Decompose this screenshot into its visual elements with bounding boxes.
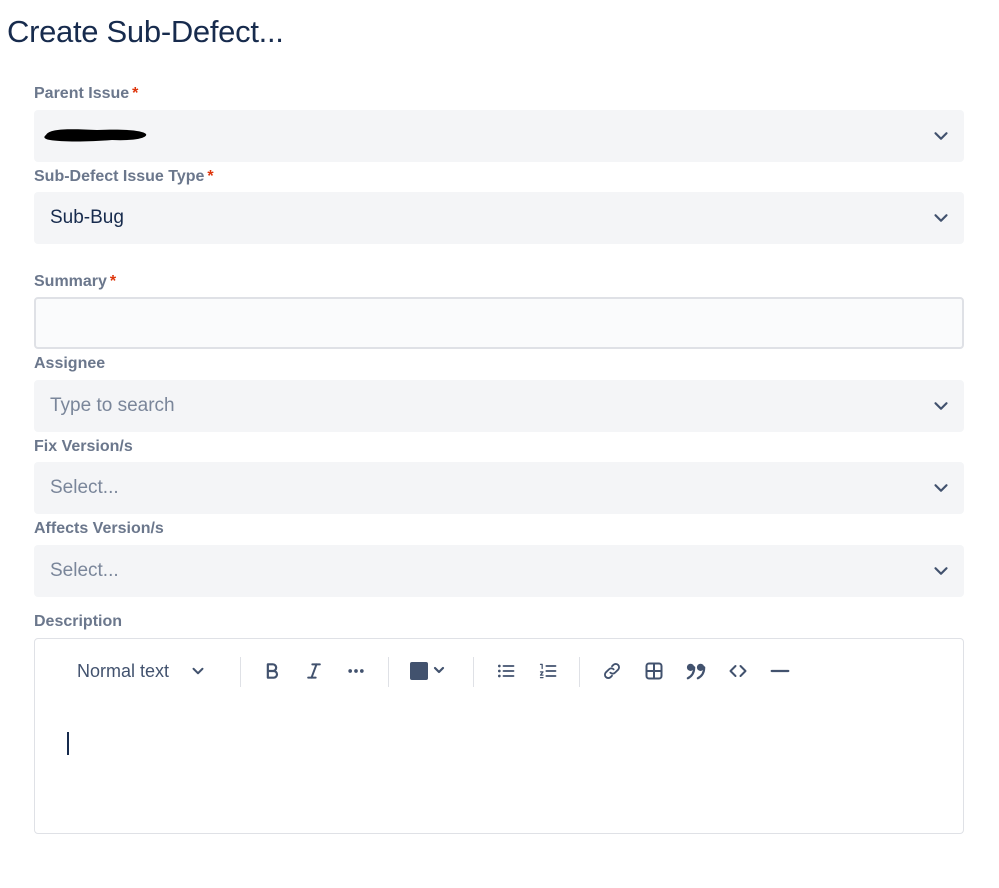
chevron-down-icon xyxy=(192,667,204,675)
summary-label: Summary * xyxy=(34,273,116,291)
required-marker: * xyxy=(109,273,117,290)
divider-icon xyxy=(770,669,790,673)
required-marker: * xyxy=(207,168,214,185)
link-icon xyxy=(604,663,620,679)
description-label: Description xyxy=(34,613,123,630)
required-marker: * xyxy=(132,85,139,102)
issue-type-label: Sub-Defect Issue Type * xyxy=(34,168,214,186)
chevron-down-icon xyxy=(934,214,948,222)
summary-label-text: Summary xyxy=(34,273,107,290)
bullet-list-icon xyxy=(498,664,515,678)
table-icon xyxy=(645,662,663,680)
text-color-icon xyxy=(410,662,445,680)
table-button[interactable] xyxy=(642,659,666,683)
parent-issue-label: Parent Issue * xyxy=(34,85,138,103)
redacted-value xyxy=(44,129,147,142)
italic-icon xyxy=(307,663,321,679)
description-editor[interactable]: Normal text xyxy=(34,638,964,834)
bold-button[interactable] xyxy=(260,659,284,683)
quote-icon xyxy=(686,663,706,680)
italic-button[interactable] xyxy=(302,659,326,683)
issue-type-value: Sub-Bug xyxy=(50,207,124,228)
assignee-label: Assignee xyxy=(34,355,106,372)
text-cursor xyxy=(67,732,69,755)
fix-versions-select[interactable]: Select... xyxy=(34,462,964,514)
assignee-select[interactable]: Type to search xyxy=(34,380,964,432)
summary-input[interactable] xyxy=(34,297,964,349)
toolbar-separator xyxy=(240,657,241,687)
numbered-list-button[interactable] xyxy=(536,659,560,683)
divider-button[interactable] xyxy=(768,659,792,683)
code-icon xyxy=(729,665,747,677)
toolbar-separator xyxy=(579,657,580,687)
link-button[interactable] xyxy=(600,659,624,683)
chevron-down-icon xyxy=(934,132,948,140)
chevron-down-icon xyxy=(934,402,948,410)
parent-issue-label-text: Parent Issue xyxy=(34,85,130,102)
chevron-down-icon xyxy=(934,484,948,492)
page-title: Create Sub-Defect... xyxy=(7,14,284,49)
chevron-down-icon xyxy=(934,567,948,575)
issue-type-label-text: Sub-Defect Issue Type xyxy=(34,168,205,185)
issue-type-select[interactable]: Sub-Bug xyxy=(34,192,964,244)
quote-button[interactable] xyxy=(684,659,708,683)
more-formatting-button[interactable] xyxy=(344,659,368,683)
affects-versions-label: Affects Version/s xyxy=(34,520,164,537)
bullet-list-button[interactable] xyxy=(494,659,518,683)
text-color-button[interactable] xyxy=(409,659,449,683)
toolbar-separator xyxy=(388,657,389,687)
toolbar-separator xyxy=(473,657,474,687)
fix-versions-placeholder: Select... xyxy=(50,477,119,498)
code-button[interactable] xyxy=(726,659,750,683)
parent-issue-select[interactable] xyxy=(34,110,964,162)
assignee-placeholder: Type to search xyxy=(50,395,175,416)
bold-icon xyxy=(266,663,278,679)
numbered-list-icon xyxy=(539,663,557,679)
text-style-label: Normal text xyxy=(77,660,170,681)
affects-versions-select[interactable]: Select... xyxy=(34,545,964,597)
affects-versions-placeholder: Select... xyxy=(50,560,119,581)
fix-versions-label: Fix Version/s xyxy=(34,438,133,455)
text-style-dropdown[interactable]: Normal text xyxy=(77,659,209,683)
more-icon xyxy=(348,669,364,673)
